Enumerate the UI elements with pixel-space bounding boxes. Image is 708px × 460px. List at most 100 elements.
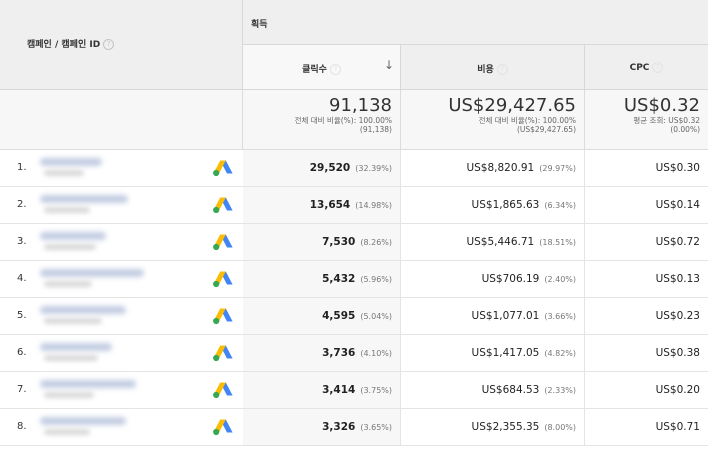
clicks-cell: 3,414 (3.75%) [243, 372, 401, 408]
google-ads-icon [213, 382, 233, 399]
clicks-cell: 4,595 (5.04%) [243, 298, 401, 334]
campaign-name-link[interactable] [40, 156, 160, 178]
clicks-total-share: 전체 대비 비율(%): 100.00% [294, 116, 392, 125]
cost-share: (8.00%) [544, 423, 576, 432]
cpc-value: US$0.30 [655, 162, 700, 174]
cpc-cell: US$0.38 [585, 335, 708, 371]
cost-value: US$1,417.05 [471, 347, 540, 359]
table-row[interactable]: 7. 3,414 (3.75%) US$684.53 (2.33%) US$0.20 [0, 372, 708, 409]
clicks-value: 3,414 [322, 384, 356, 396]
clicks-cell: 7,530 (8.26%) [243, 224, 401, 260]
row-number: 3. [17, 236, 27, 247]
google-ads-icon [213, 419, 233, 436]
cpc-value: US$0.72 [655, 236, 700, 248]
table-row[interactable]: 4. 5,432 (5.96%) US$706.19 (2.40%) US$0.13 [0, 261, 708, 298]
cpc-cell: US$0.13 [585, 261, 708, 297]
row-number: 6. [17, 347, 27, 358]
cost-share: (2.40%) [544, 275, 576, 284]
acquisition-group-header: 획득 [243, 0, 708, 45]
clicks-value: 3,326 [322, 421, 356, 433]
sort-descending-icon[interactable]: ↓ [384, 58, 394, 72]
cost-cell: US$1,077.01 (3.66%) [401, 298, 585, 334]
cost-cell: US$5,446.71 (18.51%) [401, 224, 585, 260]
help-circle-icon[interactable]: ? [329, 64, 341, 75]
google-ads-icon-wrap [212, 418, 234, 436]
table-row[interactable]: 2. 13,654 (14.98%) US$1,865.63 (6.34%) US$0.1… [0, 187, 708, 224]
help-circle-icon[interactable]: ? [496, 64, 508, 75]
clicks-share: (8.26%) [360, 238, 392, 247]
clicks-value: 4,595 [322, 310, 356, 322]
clicks-cell: 29,520 (32.39%) [243, 150, 401, 186]
cost-column-header[interactable]: 비용? [401, 45, 585, 90]
campaign-column-label: 캠페인 / 캠페인 ID? [27, 37, 115, 50]
clicks-cell: 3,736 (4.10%) [243, 335, 401, 371]
cpc-total-value: US$0.32 [623, 95, 700, 116]
campaign-name-link[interactable] [40, 267, 160, 289]
cost-share: (6.34%) [544, 201, 576, 210]
totals-label-cell [0, 90, 243, 150]
table-row[interactable]: 1. 29,520 (32.39%) US$8,820.91 (29.97%) US$0.… [0, 150, 708, 187]
cost-value: US$1,865.63 [471, 199, 540, 211]
clicks-value: 3,736 [322, 347, 356, 359]
cpc-value: US$0.38 [655, 347, 700, 359]
google-ads-icon-wrap [212, 344, 234, 362]
cost-share: (4.82%) [544, 349, 576, 358]
cost-total-value: US$29,427.65 [448, 95, 576, 116]
cpc-total-average: 평균 조회: US$0.32 [633, 116, 700, 125]
campaign-name-link[interactable] [40, 415, 160, 437]
google-ads-icon [213, 271, 233, 288]
help-circle-icon[interactable]: ? [103, 39, 115, 50]
cost-share: (3.66%) [544, 312, 576, 321]
cost-cell: US$1,417.05 (4.82%) [401, 335, 585, 371]
campaign-column-header[interactable]: 캠페인 / 캠페인 ID? [0, 0, 243, 90]
google-ads-icon-wrap [212, 233, 234, 251]
google-ads-icon-wrap [212, 159, 234, 177]
clicks-value: 7,530 [322, 236, 356, 248]
table-row[interactable]: 6. 3,736 (4.10%) US$1,417.05 (4.82%) US$0.38 [0, 335, 708, 372]
campaign-name-link[interactable] [40, 193, 160, 215]
google-ads-icon [213, 308, 233, 325]
table-row[interactable]: 5. 4,595 (5.04%) US$1,077.01 (3.66%) US$0.23 [0, 298, 708, 335]
cost-total-share: 전체 대비 비율(%): 100.00% [478, 116, 576, 125]
campaign-name-link[interactable] [40, 341, 160, 363]
cpc-value: US$0.14 [655, 199, 700, 211]
clicks-total-absolute: (91,138) [359, 125, 392, 134]
campaign-name-link[interactable] [40, 230, 160, 252]
row-number: 2. [17, 199, 27, 210]
cpc-cell: US$0.14 [585, 187, 708, 223]
google-ads-icon-wrap [212, 381, 234, 399]
cost-value: US$5,446.71 [466, 236, 535, 248]
campaign-report-table: 캠페인 / 캠페인 ID? 획득 클릭수? ↓ 비용? CPC? 91,138 … [0, 0, 708, 460]
cost-value: US$8,820.91 [466, 162, 535, 174]
google-ads-icon-wrap [212, 307, 234, 325]
cost-value: US$1,077.01 [471, 310, 540, 322]
table-row[interactable]: 3. 7,530 (8.26%) US$5,446.71 (18.51%) US$0.72 [0, 224, 708, 261]
google-ads-icon-wrap [212, 196, 234, 214]
clicks-share: (5.04%) [360, 312, 392, 321]
row-number: 1. [17, 162, 27, 173]
clicks-cell: 5,432 (5.96%) [243, 261, 401, 297]
clicks-share: (4.10%) [360, 349, 392, 358]
clicks-total-cell: 91,138 전체 대비 비율(%): 100.00% (91,138) [243, 90, 401, 150]
cost-cell: US$8,820.91 (29.97%) [401, 150, 585, 186]
campaign-name-link[interactable] [40, 378, 160, 400]
help-circle-icon[interactable]: ? [652, 62, 664, 73]
campaign-name-link[interactable] [40, 304, 160, 326]
cost-cell: US$2,355.35 (8.00%) [401, 409, 585, 445]
row-number: 4. [17, 273, 27, 284]
clicks-value: 13,654 [309, 199, 351, 211]
row-number: 7. [17, 384, 27, 395]
cost-value: US$2,355.35 [471, 421, 540, 433]
cost-cell: US$1,865.63 (6.34%) [401, 187, 585, 223]
clicks-column-header[interactable]: 클릭수? ↓ [243, 45, 401, 90]
cpc-cell: US$0.72 [585, 224, 708, 260]
google-ads-icon [213, 160, 233, 177]
cpc-cell: US$0.30 [585, 150, 708, 186]
clicks-share: (32.39%) [355, 164, 392, 173]
row-number: 8. [17, 421, 27, 432]
clicks-value: 29,520 [309, 162, 351, 174]
clicks-share: (14.98%) [355, 201, 392, 210]
table-row[interactable]: 8. 3,326 (3.65%) US$2,355.35 (8.00%) US$0.71 [0, 409, 708, 446]
clicks-share: (3.65%) [360, 423, 392, 432]
cpc-column-header[interactable]: CPC? [585, 45, 708, 90]
